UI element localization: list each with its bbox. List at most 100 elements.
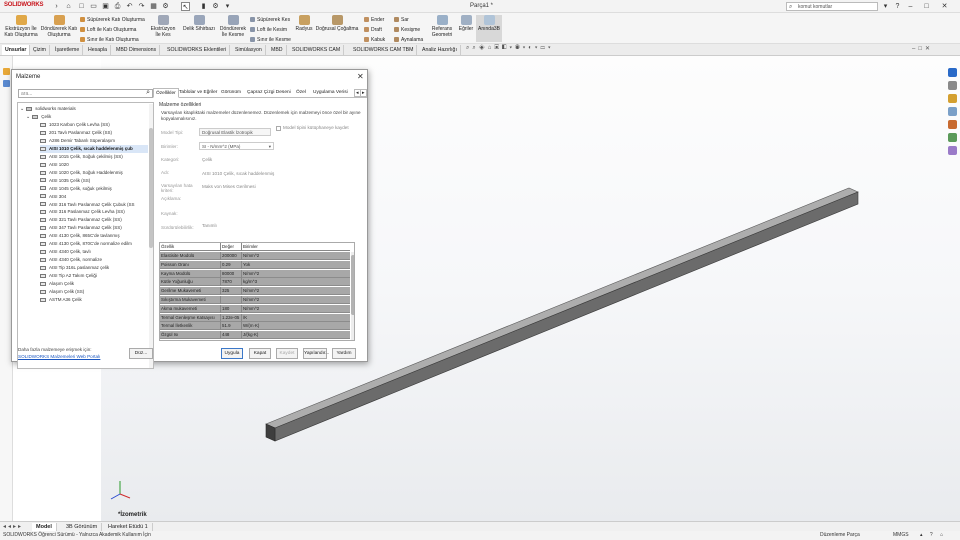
maximize-icon[interactable]: □ (922, 2, 931, 11)
tree-group-node[interactable]: ⌄ Çelik (26, 113, 51, 121)
tab-custom[interactable]: Özel (294, 88, 308, 98)
draft-button[interactable]: Draft (364, 25, 385, 35)
revolve-cut-button[interactable]: Döndürerek İle Kesme (218, 15, 248, 38)
close-window-icon[interactable]: ✕ (940, 2, 949, 11)
options-icon[interactable]: ⚙ (161, 2, 170, 11)
material-list-item[interactable]: AISI Tip A2 Takım Çeliği (40, 272, 148, 280)
material-list-item[interactable]: AISI 316 Tavlı Paslanmaz Çelik Çubuk (SS (40, 201, 148, 209)
model-type-select[interactable]: Doğrusal Elastik İzotropik (199, 128, 271, 136)
material-list-item[interactable]: AISI 304 (40, 193, 148, 201)
table-row[interactable]: Sıkıştırma Mukavemeti N/mm^2 (160, 296, 350, 304)
caret-icon[interactable]: › (52, 2, 61, 11)
material-list-item[interactable]: AISI 1035 Çelik (SS) (40, 177, 148, 185)
material-tree[interactable]: ⌄ solidworks materials ⌄ Çelik 1023 Karbon… (17, 102, 154, 369)
table-row[interactable]: Poisson Oranı 0.29 Yok (160, 260, 350, 269)
curves-button[interactable]: Eğriler (456, 15, 476, 32)
apply-button[interactable]: Uygula (221, 348, 243, 359)
material-list-item[interactable]: Alaşım Çelik (SS) (40, 288, 148, 296)
material-list-item[interactable]: AISI 1010 Çelik, sıcak haddelenmiş çub (40, 144, 148, 153)
table-row[interactable]: Kütle Yoğunluğu 7870 kg/m^3 (160, 278, 350, 287)
tab-evaluate[interactable]: Hesapla (85, 45, 112, 55)
table-scroll-thumb[interactable] (351, 255, 354, 315)
tab-scroll-arrows-icon[interactable]: ◂◂▸▸ (3, 523, 23, 530)
material-list-item[interactable]: ASTM A36 Çelik (40, 296, 148, 304)
tab-sketch[interactable]: Çizim (30, 45, 50, 55)
material-list-item[interactable]: AISI 4130 Çelik, 870C'de normalize edilm (40, 240, 148, 248)
material-list-item[interactable]: AISI 1015 Çelik, Soğuk çekilmiş (SS) (40, 153, 148, 161)
material-list-item[interactable]: AISI Tip 316L paslanmaz çelik (40, 264, 148, 272)
new-document-icon[interactable]: □ (77, 2, 86, 11)
custom-properties-icon[interactable] (948, 133, 957, 142)
tab-cam-tbm[interactable]: SOLIDWORKS CAM TBM (350, 45, 418, 55)
minimize-icon[interactable]: – (906, 2, 915, 11)
table-scrollbar[interactable] (351, 252, 354, 340)
wrap-button[interactable]: Sar (394, 15, 423, 25)
save-button[interactable]: Kaydet (276, 348, 298, 359)
tab-addins[interactable]: SOLIDWORKS Eklentileri (164, 45, 231, 55)
material-list-item[interactable]: AISI 1045 Çelik, soğuk çekilmiş (40, 185, 148, 193)
redo-icon[interactable]: ↷ (137, 2, 146, 11)
tab-mbd[interactable]: MBD (268, 45, 287, 55)
view-palette-icon[interactable] (948, 107, 957, 116)
material-list-item[interactable]: AISI 1020 (40, 161, 148, 169)
tab-markup[interactable]: İşaretleme (52, 45, 84, 55)
reference-geometry-button[interactable]: Referans Geometri (428, 15, 456, 38)
tab-appearance[interactable]: Görünüm (219, 88, 243, 98)
home-icon[interactable]: ⌂ (64, 2, 73, 11)
table-row[interactable]: Termal Genleşme Katsayısı 1.22e-05/K (160, 313, 350, 322)
settings-icon[interactable]: ⚙ (211, 2, 220, 11)
extrude-cut-button[interactable]: Ekstrüzyon İle Kes (148, 15, 178, 38)
file-explorer-icon[interactable] (948, 94, 957, 103)
tab-cam[interactable]: SOLIDWORKS CAM (289, 45, 345, 55)
save-icon[interactable]: ▣ (101, 2, 110, 11)
fillet-button[interactable]: Radyus (293, 15, 315, 32)
print-icon[interactable]: ⎙ (113, 2, 122, 11)
loft-boss-button[interactable]: Loft ile Katı Oluşturma (80, 25, 145, 35)
help-icon[interactable]: ? (893, 2, 902, 11)
hole-wizard-button[interactable]: Delik Sihirbazı (180, 15, 218, 32)
tree-scroll-thumb[interactable] (149, 128, 153, 248)
linear-pattern-button[interactable]: Doğrusal Çoğaltma (315, 15, 359, 32)
window-controls-icon[interactable]: –□✕ (912, 45, 933, 52)
select-pointer-icon[interactable]: ↖ (181, 2, 190, 11)
units-select[interactable]: SI - N/mm^2 (MPa) ▾ (199, 142, 274, 150)
status-units[interactable]: MMGS (893, 531, 909, 540)
open-folder-icon[interactable]: ▭ (89, 2, 98, 11)
appearances-icon[interactable] (948, 120, 957, 129)
table-row[interactable]: Termal İletkenlik 51.9 W/(m·K) (160, 322, 350, 331)
search-dropdown-icon[interactable]: ▾ (881, 2, 890, 11)
design-library-icon[interactable] (948, 81, 957, 90)
sweep-cut-button[interactable]: Süpürerek Kes (250, 15, 291, 25)
material-search-input[interactable]: ara... ⌕ (18, 89, 153, 98)
heads-up-view-toolbar[interactable]: ⌕⌕◈⌂▣◧▾◉▾◐▾▭▾ (466, 45, 554, 52)
material-list-item[interactable]: Alaşım Çelik (40, 280, 148, 288)
material-list-item[interactable]: AISI 4130 Çelik, 865C'de tavlanmış (40, 232, 148, 240)
undo-icon[interactable]: ↶ (125, 2, 134, 11)
materials-portal-link[interactable]: SOLIDWORKS Malzemeleri Web Portalı (18, 354, 100, 360)
tab-mbd-dimensions[interactable]: MBD Dimensions (113, 45, 161, 55)
tree-scrollbar[interactable] (149, 104, 153, 368)
tab-crosshatch[interactable]: Çapraz Çizgi Deseni (245, 88, 293, 98)
tab-application-data[interactable]: Uygulama Verisi (311, 88, 353, 98)
table-row[interactable]: Elastisite Modülü 200000 N/mm^2 (160, 252, 350, 260)
instant3d-button[interactable]: Anında3B (476, 15, 502, 42)
close-button[interactable]: Kapat (249, 348, 271, 359)
dropdown-icon[interactable]: ▾ (223, 2, 232, 11)
status-icons[interactable]: ▴ ? ⌂ (920, 531, 946, 540)
tab-scroll-right-icon[interactable]: ▸ (360, 89, 367, 97)
material-list-item[interactable]: A286 Demir Tabanlı Süperalaşım (40, 137, 148, 145)
tree-root-node[interactable]: ⌄ solidworks materials (20, 105, 76, 113)
material-list-item[interactable]: AISI 347 Tavlı Paslanmaz Çelik (SS) (40, 224, 148, 232)
measure-icon[interactable]: ▮ (199, 2, 208, 11)
material-list-item[interactable]: 201 Tavlı Paslanmaz Çelik (SS) (40, 129, 148, 137)
part-icon[interactable] (3, 68, 10, 75)
material-list-item[interactable]: AISI 4340 Çelik, normalize (40, 256, 148, 264)
material-list-item[interactable]: 1023 Karbon Çelik Levha (SS) (40, 121, 148, 129)
rib-button[interactable]: Ender (364, 15, 385, 25)
save-library-checkbox[interactable] (276, 126, 281, 131)
forum-icon[interactable] (948, 146, 957, 155)
revolve-boss-button[interactable]: Döndürerek Katı Oluşturma (40, 15, 78, 38)
material-properties-table[interactable]: Özellik Değer Birimler Elastisite Modülü… (159, 242, 355, 341)
tab-tables-curves[interactable]: Tablolar ve Eğriler (177, 88, 219, 98)
command-search-input[interactable]: ⌕ komut komutlar (786, 2, 878, 11)
